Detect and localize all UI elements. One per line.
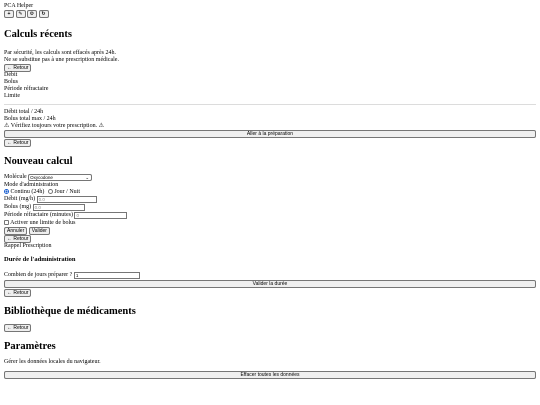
prescription-warning: ⚠ Vérifiez toujours votre prescription. … bbox=[4, 123, 104, 129]
mode-daynight-radio[interactable] bbox=[47, 189, 53, 194]
recent-back-button-2[interactable]: ← Retour bbox=[4, 139, 32, 147]
recent-field-limit: Limite bbox=[4, 93, 20, 99]
molecule-select[interactable]: Oxycodone ⌄ bbox=[28, 174, 93, 181]
add-icon[interactable]: + bbox=[4, 10, 14, 18]
recent-field-bolus: Bolus bbox=[4, 79, 19, 85]
recent-notice-1: Par sécurité, les calculs sont effacés a… bbox=[4, 50, 117, 56]
days-value: 1 bbox=[75, 273, 79, 278]
refractory-placeholder: 0 bbox=[76, 213, 79, 218]
refresh-icon[interactable]: ↻ bbox=[38, 10, 49, 18]
recent-heading: Calculs récents bbox=[4, 29, 72, 40]
refractory-input[interactable]: 0 bbox=[74, 212, 128, 219]
library-back-button[interactable]: ← Retour bbox=[4, 324, 32, 332]
library-heading: Bibliothèque de médicaments bbox=[4, 306, 136, 317]
validate-button[interactable]: Valider bbox=[28, 227, 50, 235]
mode-label: Mode d'administration bbox=[4, 182, 59, 188]
gear-icon[interactable]: ⚙ bbox=[27, 10, 37, 18]
settings-description: Gérer les données locales du navigateur. bbox=[4, 359, 101, 365]
prescription-reminder: Rappel Prescription bbox=[4, 243, 52, 249]
mode-continuous-radio[interactable] bbox=[4, 189, 9, 194]
newcalc-heading: Nouveau calcul bbox=[4, 156, 73, 167]
settings-heading: Paramètres bbox=[4, 341, 56, 352]
rate-label: Débit (mg/h) bbox=[4, 196, 36, 202]
recent-back-button[interactable]: ← Retour bbox=[4, 64, 32, 72]
total-bolus: Bolus total max / 24h bbox=[4, 116, 56, 122]
newcalc-back-button[interactable]: ← Retour bbox=[4, 235, 32, 243]
bolus-input[interactable]: 0.0 bbox=[32, 204, 85, 211]
bolus-label: Bolus (mg) bbox=[4, 204, 32, 210]
total-rate: Débit total / 24h bbox=[4, 109, 44, 115]
duration-heading: Durée de l'administration bbox=[4, 256, 76, 263]
page: PCA Helper + ✎ ⚙ ↻ Calculs récents Par s… bbox=[4, 3, 536, 379]
molecule-value: Oxycodone bbox=[30, 175, 53, 180]
duration-back-button[interactable]: ← Retour bbox=[4, 289, 32, 297]
bolus-limit-label: Activer une limite de bolus bbox=[10, 220, 76, 226]
mode-daynight-label: Jour / Nuit bbox=[54, 189, 81, 195]
molecule-label: Molécule bbox=[4, 174, 27, 180]
rate-input[interactable]: 0.0 bbox=[36, 196, 97, 203]
days-input[interactable]: 1 bbox=[73, 272, 140, 279]
recent-notice-2: Ne se substitue pas à une prescription m… bbox=[4, 57, 119, 63]
bolus-limit-checkbox[interactable] bbox=[4, 220, 9, 225]
rate-placeholder: 0.0 bbox=[38, 197, 45, 202]
recent-field-refractory: Période réfractaire bbox=[4, 86, 49, 92]
cancel-button[interactable]: Annuler bbox=[4, 227, 28, 235]
toolbar: + ✎ ⚙ ↻ bbox=[4, 10, 536, 18]
days-label: Combien de jours préparer ? bbox=[4, 272, 73, 278]
recent-field-rate: Débit bbox=[4, 72, 18, 78]
refractory-label: Période réfractaire (minutes) bbox=[4, 212, 73, 218]
validate-duration-button[interactable]: Valider la durée bbox=[4, 280, 536, 288]
bolus-placeholder: 0.0 bbox=[34, 205, 41, 210]
chevron-down-icon: ⌄ bbox=[85, 175, 90, 180]
clear-data-button[interactable]: Effacer toutes les données bbox=[4, 371, 536, 379]
go-prep-button[interactable]: Aller à la préparation bbox=[4, 130, 536, 138]
app-title: PCA Helper bbox=[4, 3, 34, 9]
mode-continuous-label: Continu (24h) bbox=[10, 189, 45, 195]
pencil-icon[interactable]: ✎ bbox=[15, 10, 26, 18]
